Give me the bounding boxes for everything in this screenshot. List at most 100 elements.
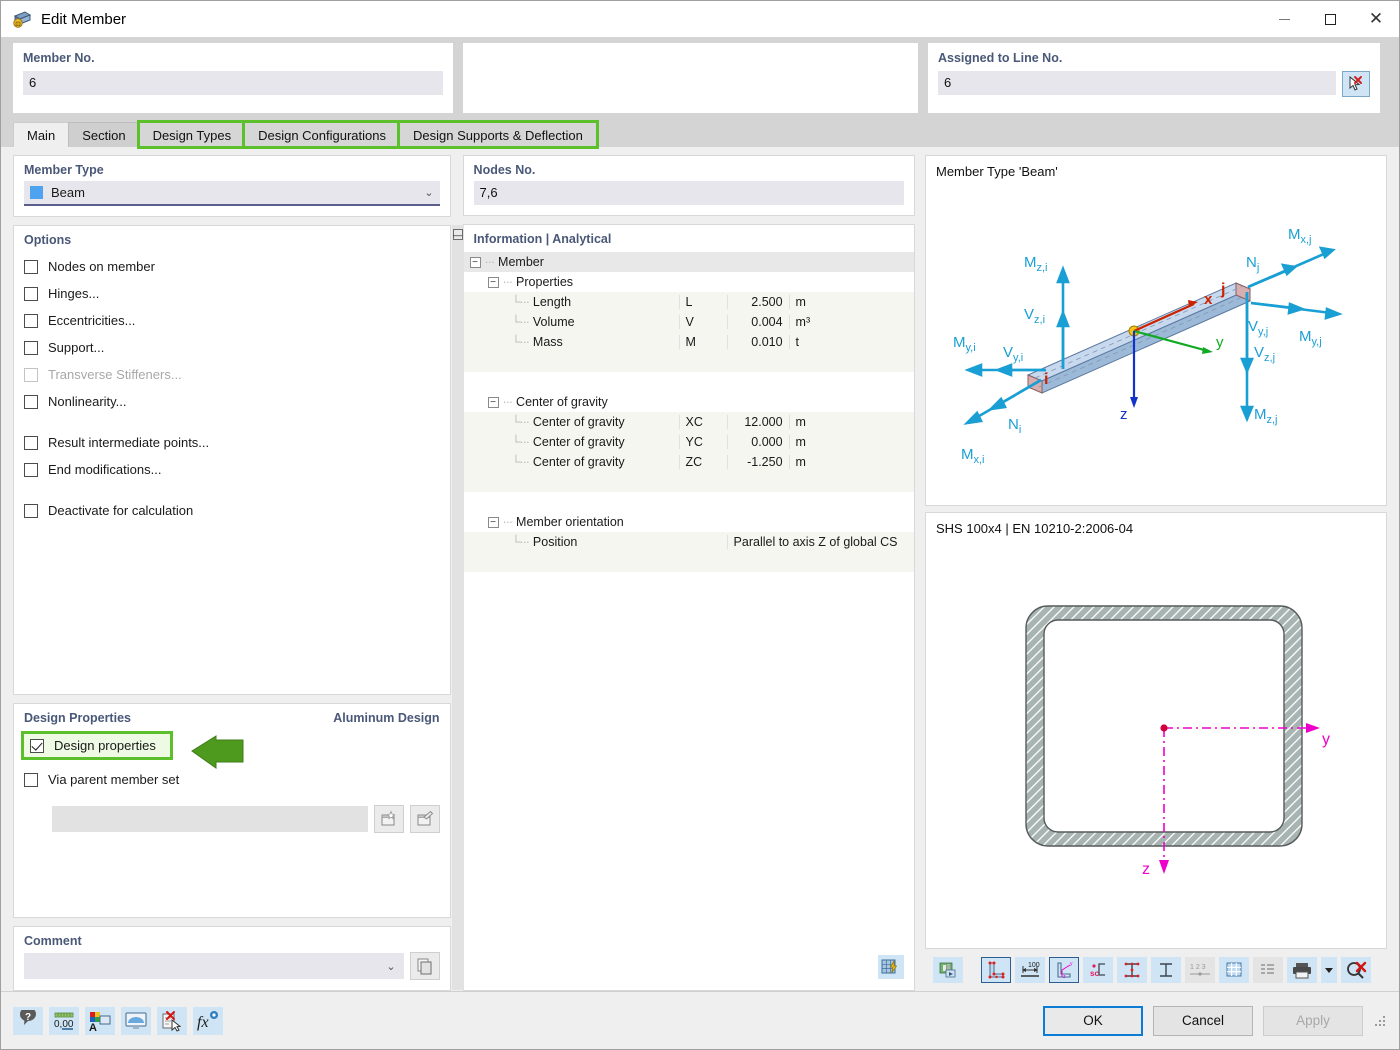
maximize-icon[interactable] (1307, 1, 1353, 37)
centroid-axes-icon[interactable] (1151, 957, 1181, 983)
tree-row-cog-yc[interactable]: └···Center of gravity YC 0.000 m (464, 432, 914, 452)
option-support[interactable]: Support... (24, 334, 440, 361)
option-hinges[interactable]: Hinges... (24, 280, 440, 307)
cancel-button[interactable]: Cancel (1153, 1006, 1253, 1036)
checkbox-result-intermediate-points[interactable] (24, 436, 38, 450)
tree-row-mass[interactable]: └···Mass M 0.010 t (464, 332, 914, 352)
assigned-line-input[interactable]: 6 (938, 71, 1336, 95)
tab-main[interactable]: Main (13, 122, 69, 147)
tab-design-types-label: Design Types (153, 128, 232, 143)
axis-label-x: x (1204, 291, 1213, 308)
tree-label: Center of gravity (533, 455, 625, 469)
expander-icon[interactable]: − (488, 517, 499, 528)
tree-row-blank (464, 372, 914, 392)
tree-symbol: YC (679, 435, 727, 449)
tree-row-cog-xc[interactable]: └···Center of gravity XC 12.000 m (464, 412, 914, 432)
option-deactivate-for-calculation[interactable]: Deactivate for calculation (24, 497, 440, 524)
tree-row-length[interactable]: └···Length L 2.500 m (464, 292, 914, 312)
option-nonlinearity[interactable]: Nonlinearity... (24, 388, 440, 415)
design-properties-input[interactable] (52, 806, 368, 832)
tree-label: Length (533, 295, 571, 309)
tree-row-volume[interactable]: └···Volume V 0.004 m³ (464, 312, 914, 332)
visual-settings-icon[interactable] (121, 1007, 151, 1035)
tab-section[interactable]: Section (68, 122, 139, 147)
checkbox-eccentricities[interactable] (24, 314, 38, 328)
comment-input[interactable]: ⌄ (24, 953, 404, 979)
collapse-splitter-icon[interactable]: — (452, 225, 464, 990)
option-label: Hinges... (48, 286, 99, 301)
minimize-icon[interactable] (1261, 1, 1307, 37)
render-mode-icon[interactable] (933, 957, 963, 983)
checkbox-hinges[interactable] (24, 287, 38, 301)
stress-points-grid-icon[interactable] (1219, 957, 1249, 983)
expander-icon[interactable]: − (488, 397, 499, 408)
design-properties-checkbox-label: Design properties (54, 738, 156, 753)
tab-design-types[interactable]: Design Types (139, 122, 246, 147)
edit-item-icon[interactable] (410, 805, 440, 833)
new-item-icon[interactable] (374, 805, 404, 833)
force-label-vzj: Vz,j (1254, 344, 1275, 364)
nodes-no-input[interactable]: 7,6 (474, 181, 904, 205)
member-3d-diagram: x y z i j (936, 179, 1376, 497)
dimensions-icon[interactable]: 100 (1015, 957, 1045, 983)
expander-icon[interactable]: − (470, 257, 481, 268)
tab-design-supports-deflection[interactable]: Design Supports & Deflection (399, 122, 597, 147)
tree-unit: m (789, 415, 833, 429)
tree-symbol: ZC (679, 455, 727, 469)
print-dropdown-icon[interactable] (1321, 957, 1337, 983)
units-decimal-places-icon[interactable]: 0,00 (49, 1007, 79, 1035)
member-type-value: Beam (51, 185, 424, 200)
option-via-parent-member-set[interactable]: Via parent member set (24, 766, 440, 793)
chevron-down-icon[interactable]: ⌄ (386, 960, 395, 973)
ok-button[interactable]: OK (1043, 1006, 1143, 1036)
copy-icon[interactable] (410, 952, 440, 980)
print-icon[interactable] (1287, 957, 1317, 983)
option-eccentricities[interactable]: Eccentricities... (24, 307, 440, 334)
principal-axes-icon[interactable] (1117, 957, 1147, 983)
option-design-properties[interactable]: Design properties (21, 731, 173, 760)
member-preview-caption: Member Type 'Beam' (936, 164, 1376, 179)
tree-row-center-of-gravity-group[interactable]: −···Center of gravity (464, 392, 914, 412)
tree-row-member[interactable]: −···Member (464, 252, 914, 272)
tab-design-configurations[interactable]: Design Configurations (244, 122, 400, 147)
checkbox-support[interactable] (24, 341, 38, 355)
checkbox-nonlinearity[interactable] (24, 395, 38, 409)
tree-row-cog-zc[interactable]: └···Center of gravity ZC -1.250 m (464, 452, 914, 472)
display-properties-icon[interactable]: A (85, 1007, 115, 1035)
expander-icon[interactable]: − (488, 277, 499, 288)
section-shape-icon[interactable] (981, 957, 1011, 983)
checkbox-deactivate-for-calculation[interactable] (24, 504, 38, 518)
comment-panel: Comment ⌄ (13, 926, 451, 991)
information-footer (464, 944, 914, 990)
help-icon[interactable]: ? (13, 1007, 43, 1035)
option-nodes-on-member[interactable]: Nodes on member (24, 253, 440, 280)
checkbox-via-parent-member-set[interactable] (24, 773, 38, 787)
options-panel: Options Nodes on member Hinges... Eccent… (13, 225, 451, 695)
delete-object-icon[interactable] (157, 1007, 187, 1035)
tree-row-member-orientation-group[interactable]: −···Member orientation (464, 512, 914, 532)
resize-grip-icon[interactable] (1373, 1014, 1387, 1028)
pick-cursor-icon[interactable] (1342, 71, 1370, 97)
checkbox-design-properties[interactable] (30, 739, 44, 753)
checkbox-nodes-on-member[interactable] (24, 260, 38, 274)
tree-symbol: M (679, 335, 727, 349)
member-no-input[interactable]: 6 (23, 71, 443, 95)
option-end-modifications[interactable]: End modifications... (24, 456, 440, 483)
tree-row-position[interactable]: └···Position Parallel to axis Z of globa… (464, 532, 914, 552)
axis-system-icon[interactable]: y z (1049, 957, 1079, 983)
close-icon[interactable]: ✕ (1353, 1, 1399, 37)
results-table-icon[interactable] (878, 955, 904, 979)
member-type-select[interactable]: Beam ⌄ (24, 181, 440, 206)
clear-selection-icon[interactable] (1341, 957, 1371, 983)
tree-row-properties[interactable]: −···Properties (464, 272, 914, 292)
formula-icon[interactable]: fx (193, 1007, 223, 1035)
shear-center-icon[interactable]: sc (1083, 957, 1113, 983)
title-bar: Edit Member ✕ (1, 1, 1399, 37)
option-result-intermediate-points[interactable]: Result intermediate points... (24, 429, 440, 456)
tree-unit: m³ (789, 315, 833, 329)
option-transverse-stiffeners: Transverse Stiffeners... (24, 361, 440, 388)
section-toolbar: 100 y z (925, 949, 1387, 991)
node-label-i: i (1044, 371, 1048, 388)
checkbox-end-modifications[interactable] (24, 463, 38, 477)
option-label: Support... (48, 340, 104, 355)
